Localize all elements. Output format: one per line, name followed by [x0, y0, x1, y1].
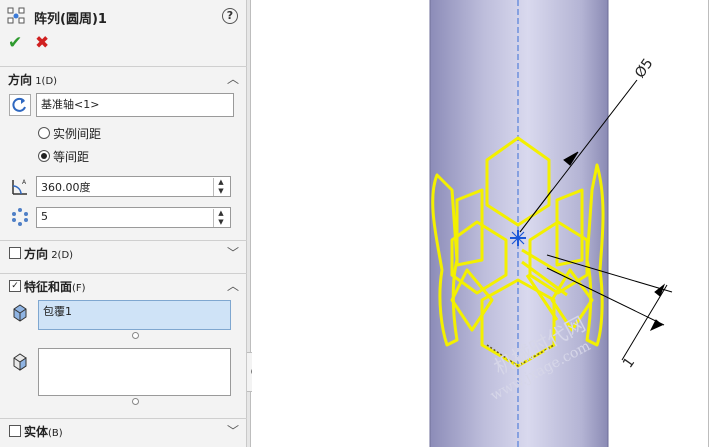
circular-pattern-icon	[7, 7, 25, 24]
chevron-up-icon[interactable]: ︿	[227, 70, 239, 87]
faces-to-pattern-icon	[13, 353, 27, 371]
ok-button[interactable]: ✔	[8, 33, 22, 53]
help-button[interactable]: ?	[222, 8, 238, 24]
chevron-down-icon[interactable]: ﹀	[227, 422, 239, 439]
radio-instance-spacing[interactable]	[38, 127, 50, 139]
section-direction2-header[interactable]: 方向 2(D) ﹀	[0, 240, 247, 264]
angle-spinner[interactable]: ▲ ▼	[213, 178, 228, 196]
chevron-up-icon[interactable]: ︿	[227, 277, 239, 294]
property-manager-panel: 阵列(圆周)1 ? ✔ ✖ 方向 1(D) ︿ 基准轴<1> 实例间距 等间距 …	[0, 0, 247, 447]
features-checkbox[interactable]: ✓	[9, 280, 21, 292]
section-bodies-label: 实体(B)	[24, 425, 63, 439]
chevron-down-icon[interactable]: ﹀	[227, 244, 239, 261]
list-resize-handle[interactable]	[132, 332, 139, 339]
section-direction1-header[interactable]: 方向 1(D) ︿	[0, 66, 247, 90]
section-direction1-label: 方向 1(D)	[8, 73, 58, 87]
radio-instance-spacing-label: 实例间距	[53, 127, 102, 141]
features-list[interactable]: 包覆1	[38, 300, 231, 330]
bodies-checkbox[interactable]	[9, 425, 21, 437]
axis-field-value: 基准轴<1>	[41, 98, 100, 111]
rotate-arrow-icon	[12, 97, 26, 112]
radio-equal-spacing[interactable]	[38, 150, 50, 162]
instances-icon	[12, 208, 28, 226]
list-resize-handle[interactable]	[132, 398, 139, 405]
radio-equal-spacing-label: 等间距	[53, 150, 90, 164]
direction2-checkbox[interactable]	[9, 247, 21, 259]
count-spinner[interactable]: ▲ ▼	[213, 209, 228, 227]
graphics-viewport[interactable]: Ø5 1	[252, 0, 709, 447]
angle-field[interactable]: 360.00度 ▲ ▼	[36, 176, 231, 197]
spin-down-icon[interactable]: ▼	[214, 187, 228, 196]
instance-count-value: 5	[41, 210, 48, 223]
section-features-label: 特征和面(F)	[24, 280, 86, 294]
spin-up-icon[interactable]: ▲	[214, 209, 228, 218]
title-bar: 阵列(圆周)1 ?	[0, 0, 247, 32]
section-features-header[interactable]: ✓ 特征和面(F) ︿	[0, 273, 247, 297]
section-bodies-header[interactable]: 实体(B) ﹀	[0, 418, 247, 442]
spin-up-icon[interactable]: ▲	[214, 178, 228, 187]
section-direction2-label: 方向 2(D)	[24, 247, 74, 261]
angle-icon: A	[12, 179, 27, 195]
reverse-direction-button[interactable]	[9, 94, 31, 116]
faces-list[interactable]	[38, 348, 231, 396]
features-to-pattern-icon	[13, 304, 27, 322]
feature-item[interactable]: 包覆1	[43, 305, 72, 318]
axis-marker[interactable]	[510, 230, 526, 246]
spin-down-icon[interactable]: ▼	[214, 218, 228, 227]
cancel-button[interactable]: ✖	[35, 33, 49, 53]
instance-count-field[interactable]: 5 ▲ ▼	[36, 207, 231, 228]
svg-text:A: A	[22, 179, 27, 186]
page-title: 阵列(圆周)1	[34, 12, 107, 27]
axis-field[interactable]: 基准轴<1>	[36, 93, 234, 117]
angle-field-value: 360.00度	[41, 181, 91, 194]
